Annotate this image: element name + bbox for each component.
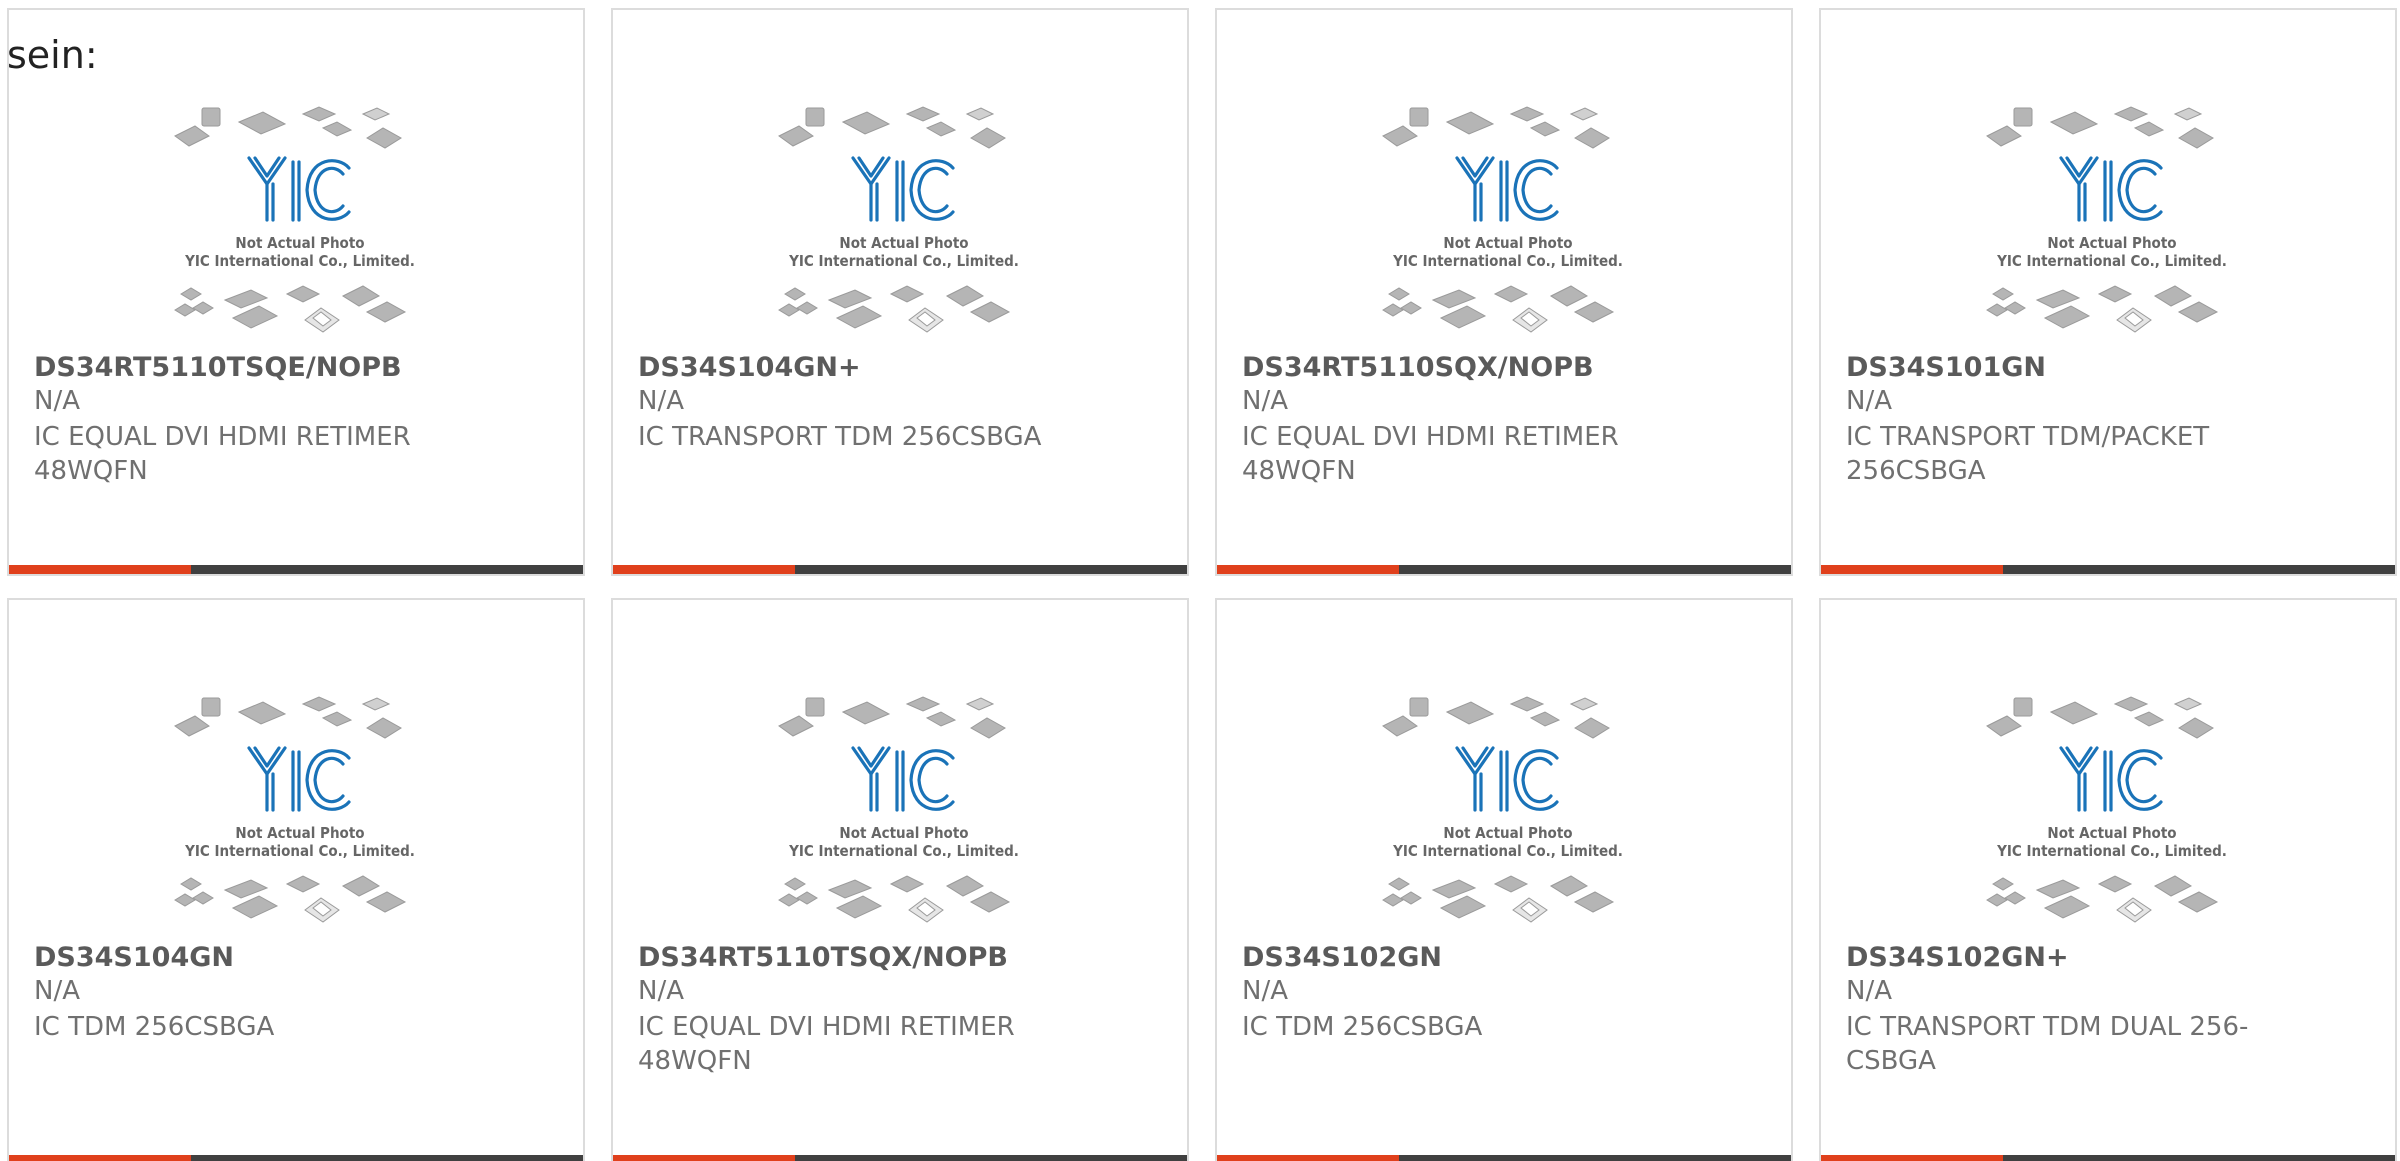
- product-grid-page: sein: Not Actual Photo YIC International…: [0, 0, 2400, 1161]
- product-card-8[interactable]: Not Actual Photo YIC International Co., …: [1819, 598, 2397, 1161]
- product-part-number[interactable]: DS34RT5110TSQE/NOPB: [34, 352, 402, 383]
- photo-caption-line1: Not Actual Photo: [1443, 824, 1572, 842]
- card-accent-bar: [1217, 1155, 1791, 1161]
- chip-packages-top-icon: [1986, 696, 2214, 739]
- chip-packages-top-icon: [1986, 106, 2214, 149]
- chip-packages-top-icon: [778, 106, 1006, 149]
- chip-packages-bottom-icon: [1986, 875, 2219, 923]
- product-card-1[interactable]: Not Actual Photo YIC International Co., …: [7, 8, 585, 576]
- product-card-5[interactable]: Not Actual Photo YIC International Co., …: [7, 598, 585, 1161]
- card-accent-bar-highlight: [613, 1155, 795, 1161]
- photo-caption-line1: Not Actual Photo: [1443, 234, 1572, 252]
- photo-caption-line2: YIC International Co., Limited.: [1392, 842, 1623, 860]
- photo-caption-line1: Not Actual Photo: [235, 234, 364, 252]
- product-card-3[interactable]: Not Actual Photo YIC International Co., …: [1215, 8, 1793, 576]
- product-description: IC TRANSPORT TDM/PACKET 256CSBGA: [1846, 422, 2210, 486]
- product-description: IC TDM 256CSBGA: [34, 1012, 275, 1042]
- yic-logo-icon: [1455, 156, 1559, 222]
- photo-caption-line2: YIC International Co., Limited.: [788, 252, 1019, 270]
- chip-packages-top-icon: [1382, 106, 1610, 149]
- card-accent-bar: [613, 565, 1187, 574]
- yic-logo-icon: [247, 156, 351, 222]
- card-accent-bar-highlight: [613, 565, 795, 574]
- photo-caption-line2: YIC International Co., Limited.: [184, 842, 415, 860]
- card-accent-bar: [1821, 1155, 2395, 1161]
- chip-packages-bottom-icon: [1986, 285, 2219, 333]
- product-part-number[interactable]: DS34S101GN: [1846, 352, 2046, 383]
- card-accent-bar-highlight: [1217, 565, 1399, 574]
- photo-caption-line1: Not Actual Photo: [839, 234, 968, 252]
- card-accent-bar-highlight: [9, 1155, 191, 1161]
- product-description: IC TRANSPORT TDM 256CSBGA: [638, 422, 1042, 452]
- yic-logo-icon: [851, 156, 955, 222]
- product-description: IC TDM 256CSBGA: [1242, 1012, 1483, 1042]
- chip-packages-bottom-icon: [174, 285, 407, 333]
- chip-packages-bottom-icon: [778, 285, 1011, 333]
- product-description: IC EQUAL DVI HDMI RETIMER 48WQFN: [34, 422, 411, 486]
- chip-packages-top-icon: [778, 696, 1006, 739]
- yic-logo-icon: [1455, 746, 1559, 812]
- product-card-2[interactable]: Not Actual Photo YIC International Co., …: [611, 8, 1189, 576]
- product-photo-placeholder[interactable]: Not Actual Photo YIC International Co., …: [1979, 688, 2245, 938]
- photo-caption-line2: YIC International Co., Limited.: [1996, 842, 2227, 860]
- product-part-number[interactable]: DS34RT5110SQX/NOPB: [1242, 352, 1594, 383]
- product-part-number[interactable]: DS34S104GN+: [638, 352, 861, 383]
- product-part-number[interactable]: DS34RT5110TSQX/NOPB: [638, 942, 1008, 973]
- product-manufacturer: N/A: [638, 976, 684, 1006]
- photo-caption-line1: Not Actual Photo: [235, 824, 364, 842]
- photo-caption-line1: Not Actual Photo: [2047, 234, 2176, 252]
- product-manufacturer: N/A: [34, 386, 80, 416]
- product-photo-placeholder[interactable]: Not Actual Photo YIC International Co., …: [167, 98, 433, 348]
- product-manufacturer: N/A: [638, 386, 684, 416]
- yic-logo-icon: [2059, 746, 2163, 812]
- product-manufacturer: N/A: [1242, 386, 1288, 416]
- product-card-7[interactable]: Not Actual Photo YIC International Co., …: [1215, 598, 1793, 1161]
- chip-packages-bottom-icon: [1382, 285, 1615, 333]
- product-manufacturer: N/A: [1846, 386, 1892, 416]
- chip-packages-top-icon: [1382, 696, 1610, 739]
- product-photo-placeholder[interactable]: Not Actual Photo YIC International Co., …: [771, 98, 1037, 348]
- photo-caption-line2: YIC International Co., Limited.: [1392, 252, 1623, 270]
- product-photo-placeholder[interactable]: Not Actual Photo YIC International Co., …: [1375, 98, 1641, 348]
- photo-caption-line1: Not Actual Photo: [839, 824, 968, 842]
- product-card-6[interactable]: Not Actual Photo YIC International Co., …: [611, 598, 1189, 1161]
- chip-packages-bottom-icon: [778, 875, 1011, 923]
- card-accent-bar: [1217, 565, 1791, 574]
- card-accent-bar-highlight: [1217, 1155, 1399, 1161]
- chip-packages-top-icon: [174, 696, 402, 739]
- yic-logo-icon: [2059, 156, 2163, 222]
- product-manufacturer: N/A: [1846, 976, 1892, 1006]
- yic-logo-icon: [247, 746, 351, 812]
- product-photo-placeholder[interactable]: Not Actual Photo YIC International Co., …: [167, 688, 433, 938]
- product-manufacturer: N/A: [1242, 976, 1288, 1006]
- photo-caption-line2: YIC International Co., Limited.: [788, 842, 1019, 860]
- chip-packages-bottom-icon: [1382, 875, 1615, 923]
- product-photo-placeholder[interactable]: Not Actual Photo YIC International Co., …: [1375, 688, 1641, 938]
- chip-packages-top-icon: [174, 106, 402, 149]
- product-card-4[interactable]: Not Actual Photo YIC International Co., …: [1819, 8, 2397, 576]
- card-accent-bar-highlight: [1821, 1155, 2003, 1161]
- product-part-number[interactable]: DS34S102GN: [1242, 942, 1442, 973]
- intro-text: sein:: [7, 33, 98, 77]
- chip-packages-bottom-icon: [174, 875, 407, 923]
- product-part-number[interactable]: DS34S102GN+: [1846, 942, 2069, 973]
- product-grid: Not Actual Photo YIC International Co., …: [7, 8, 2400, 1161]
- product-manufacturer: N/A: [34, 976, 80, 1006]
- card-accent-bar-highlight: [9, 565, 191, 574]
- card-accent-bar: [613, 1155, 1187, 1161]
- yic-logo-icon: [851, 746, 955, 812]
- product-photo-placeholder[interactable]: Not Actual Photo YIC International Co., …: [771, 688, 1037, 938]
- photo-caption-line2: YIC International Co., Limited.: [184, 252, 415, 270]
- product-description: IC TRANSPORT TDM DUAL 256-CSBGA: [1846, 1012, 2249, 1076]
- photo-caption-line2: YIC International Co., Limited.: [1996, 252, 2227, 270]
- photo-caption-line1: Not Actual Photo: [2047, 824, 2176, 842]
- card-accent-bar: [1821, 565, 2395, 574]
- product-photo-placeholder[interactable]: Not Actual Photo YIC International Co., …: [1979, 98, 2245, 348]
- card-accent-bar: [9, 1155, 583, 1161]
- card-accent-bar: [9, 565, 583, 574]
- product-part-number[interactable]: DS34S104GN: [34, 942, 234, 973]
- card-accent-bar-highlight: [1821, 565, 2003, 574]
- product-description: IC EQUAL DVI HDMI RETIMER 48WQFN: [638, 1012, 1015, 1076]
- product-description: IC EQUAL DVI HDMI RETIMER 48WQFN: [1242, 422, 1619, 486]
